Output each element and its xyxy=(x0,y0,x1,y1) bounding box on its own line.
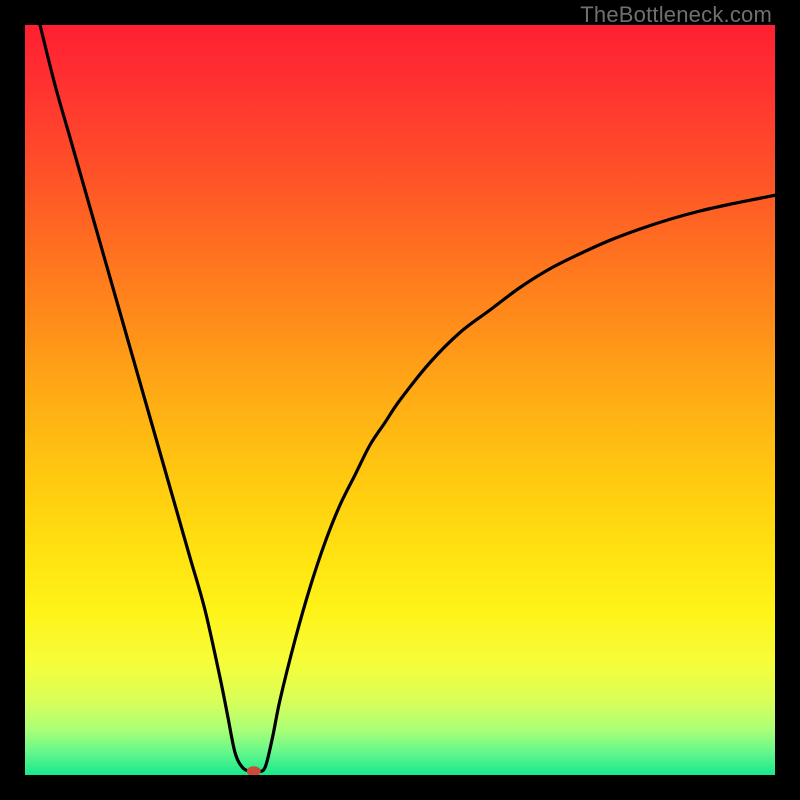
bottleneck-chart xyxy=(25,25,775,775)
chart-frame xyxy=(25,25,775,775)
